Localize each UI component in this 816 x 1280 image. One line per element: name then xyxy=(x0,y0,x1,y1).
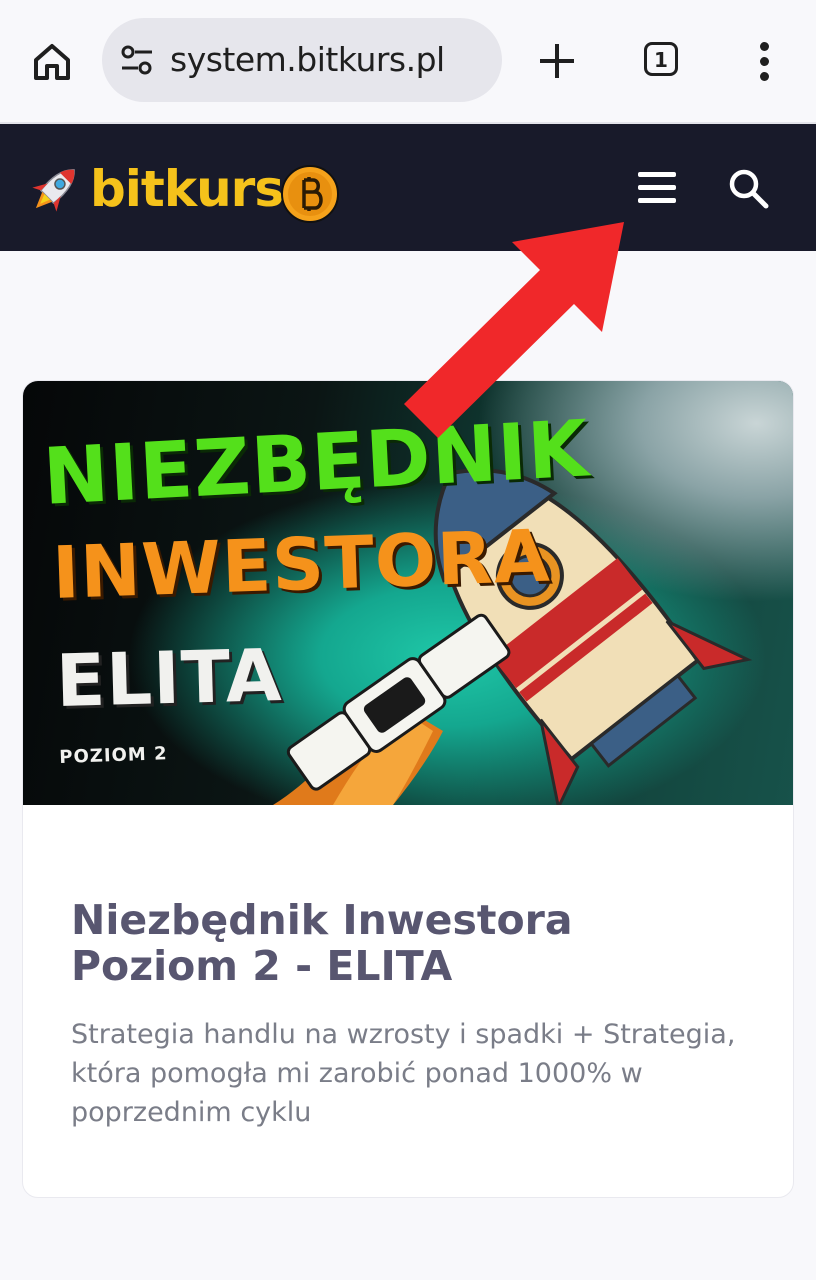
tabs-icon[interactable]: 1 xyxy=(644,42,678,76)
logo-text[interactable]: bitkurs xyxy=(90,160,284,218)
browser-toolbar: system.bitkurs.pl 1 xyxy=(0,0,816,124)
tab-count: 1 xyxy=(654,48,668,72)
course-card[interactable]: NIEZBĘDNIK INWESTORA ELITA POZIOM 2 Niez… xyxy=(22,380,794,1198)
address-bar[interactable]: system.bitkurs.pl xyxy=(102,18,502,102)
search-icon[interactable] xyxy=(728,168,770,210)
course-title[interactable]: Niezbędnik Inwestora Poziom 2 - ELITA xyxy=(71,897,751,989)
site-header: bitkurs xyxy=(0,124,816,251)
more-vert-icon[interactable] xyxy=(756,42,772,82)
course-description: Strategia handlu na wzrosty i spadki + S… xyxy=(71,1019,736,1128)
home-icon[interactable] xyxy=(28,38,76,86)
plus-icon[interactable] xyxy=(536,40,578,82)
tune-icon[interactable] xyxy=(120,44,154,76)
bitcoin-icon xyxy=(280,164,340,224)
rocket-icon[interactable] xyxy=(26,160,84,218)
banner-text-line2: INWESTORA xyxy=(51,513,552,615)
course-banner-image[interactable]: NIEZBĘDNIK INWESTORA ELITA POZIOM 2 xyxy=(23,381,793,805)
banner-text-line4: POZIOM 2 xyxy=(59,743,168,768)
url-text[interactable]: system.bitkurs.pl xyxy=(170,40,445,79)
hamburger-menu-icon[interactable] xyxy=(638,172,676,206)
banner-text-line3: ELITA xyxy=(55,633,284,723)
